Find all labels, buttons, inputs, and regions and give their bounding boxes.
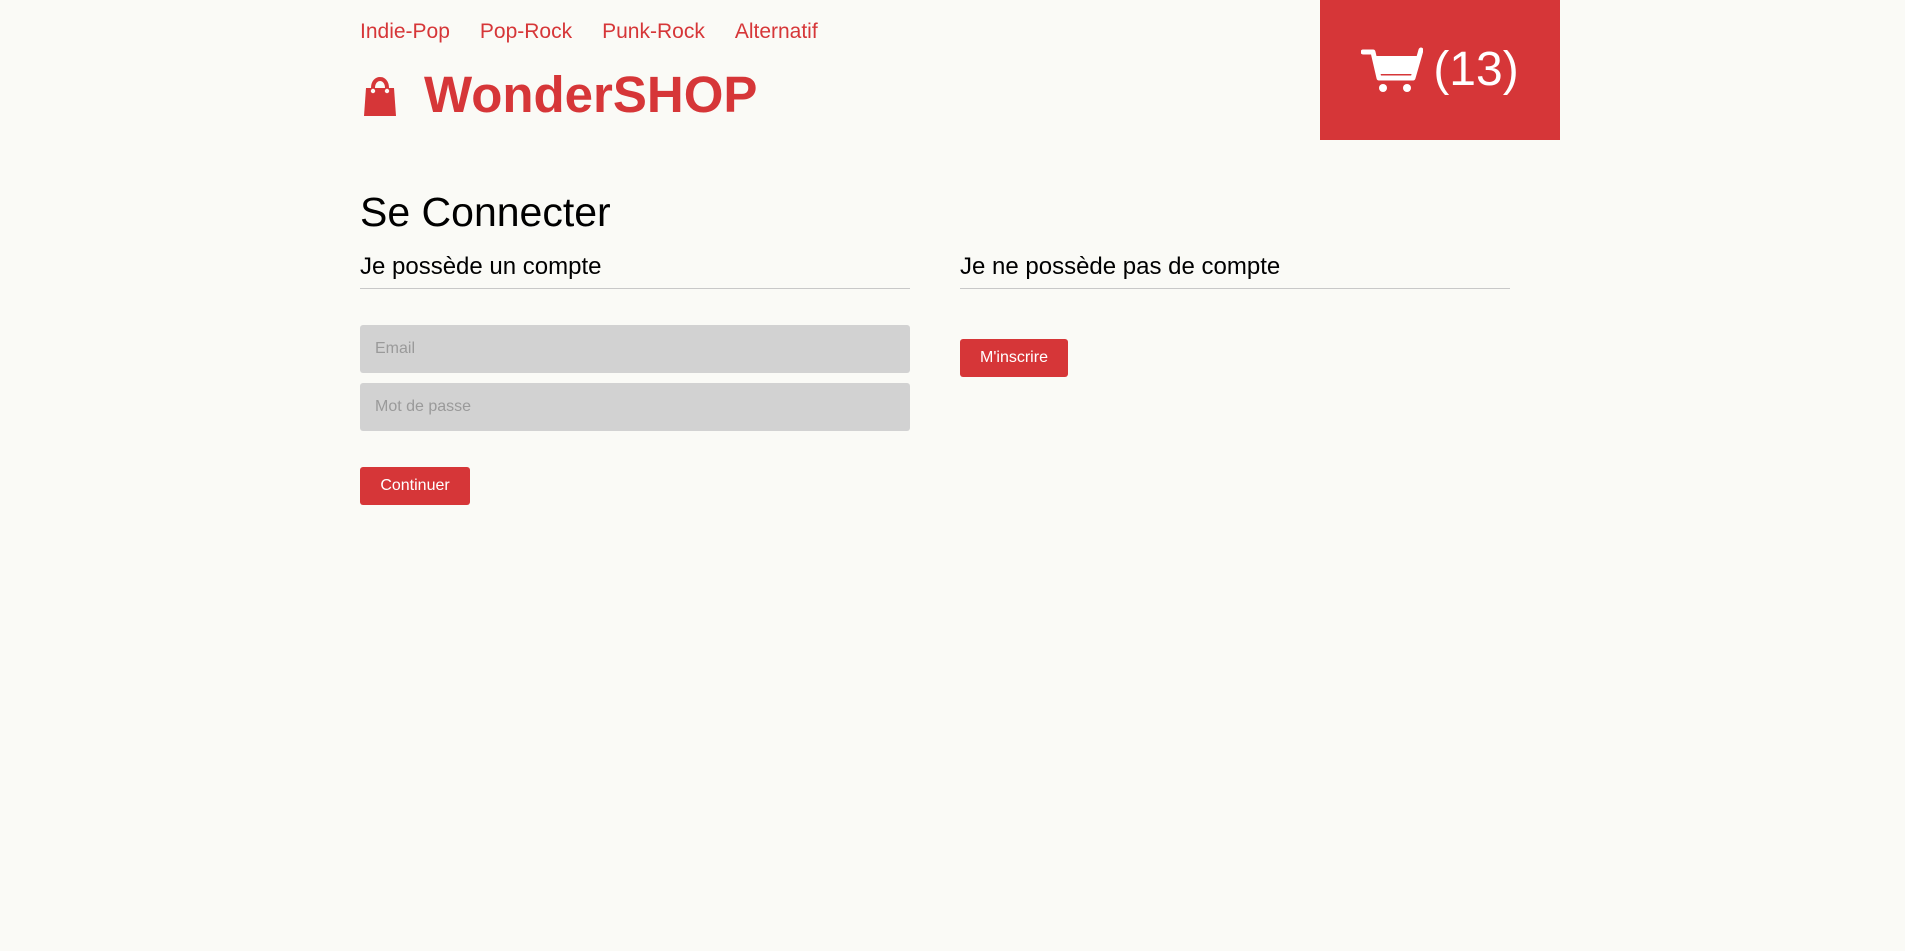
- brand-name: WonderSHOP: [424, 66, 758, 123]
- page-title: Se Connecter: [360, 189, 611, 235]
- cart-button[interactable]: (13): [1320, 0, 1560, 140]
- nav-link-alternatif[interactable]: Alternatif: [735, 20, 818, 44]
- nav-link-pop-rock[interactable]: Pop-Rock: [480, 20, 572, 44]
- login-heading: Je possède un compte: [360, 252, 910, 289]
- email-input[interactable]: [360, 325, 910, 373]
- continue-button[interactable]: Continuer: [360, 467, 470, 505]
- login-section: Je possède un compte Continuer: [360, 252, 910, 505]
- shopping-bag-icon: [360, 72, 400, 118]
- category-nav: Indie-Pop Pop-Rock Punk-Rock Alternatif: [360, 20, 818, 44]
- register-heading: Je ne possède pas de compte: [960, 252, 1510, 289]
- cart-icon: [1360, 46, 1424, 94]
- nav-link-punk-rock[interactable]: Punk-Rock: [602, 20, 705, 44]
- password-input[interactable]: [360, 383, 910, 431]
- site-logo[interactable]: WonderSHOP: [360, 66, 757, 124]
- nav-link-indie-pop[interactable]: Indie-Pop: [360, 20, 450, 44]
- cart-count: (13): [1433, 43, 1519, 96]
- register-button[interactable]: M'inscrire: [960, 339, 1068, 377]
- register-section: Je ne possède pas de compte M'inscrire: [960, 252, 1510, 377]
